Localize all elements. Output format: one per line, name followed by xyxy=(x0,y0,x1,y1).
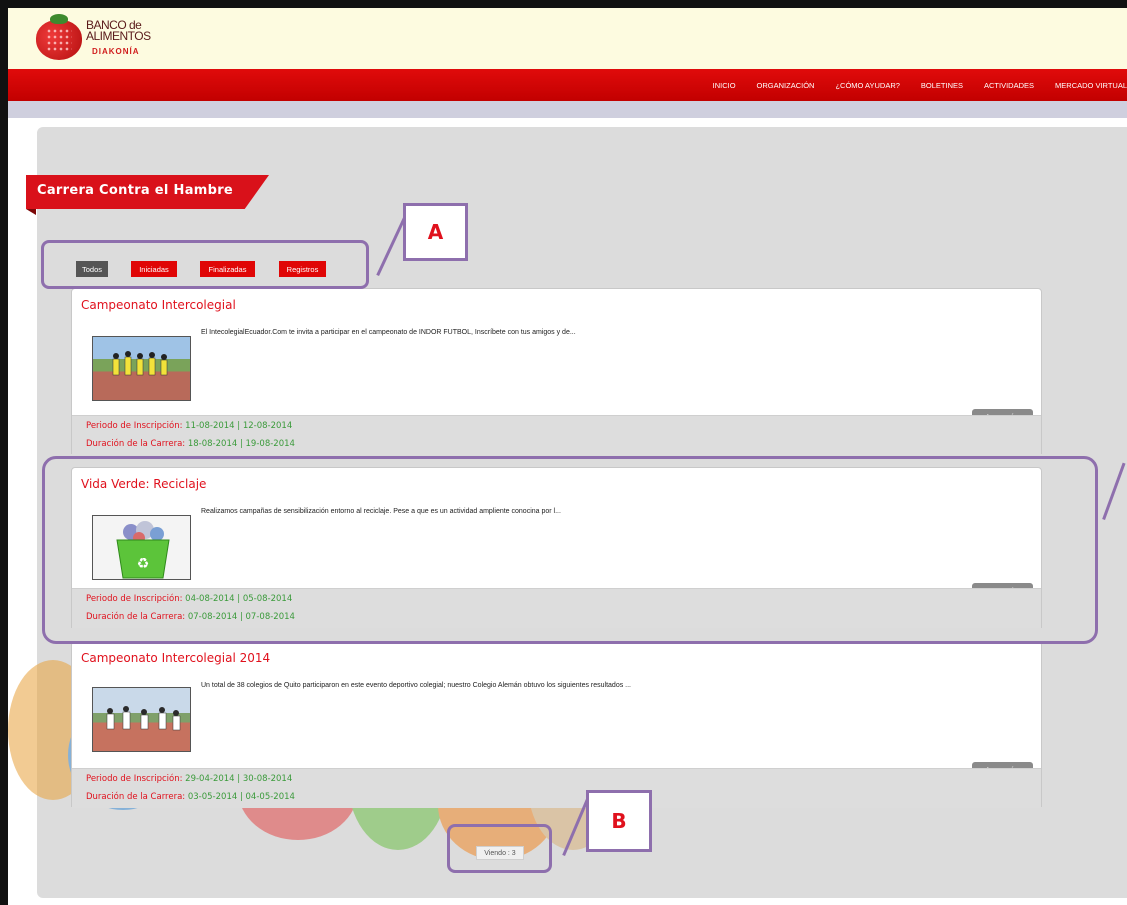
nav-item-boletines[interactable]: BOLETINES xyxy=(921,81,963,90)
event-description: Un total de 38 colegios de Quito partici… xyxy=(201,682,631,689)
annotation-label-b: B xyxy=(586,790,652,852)
annotation-box-b xyxy=(447,824,552,873)
race-duration: Duración de la Carrera: 03-05-2014 | 04-… xyxy=(86,792,295,802)
nav-underline-strip xyxy=(8,101,1127,118)
event-dates-footer: Periodo de Inscripción: 11-08-2014 | 12-… xyxy=(72,415,1041,455)
site-logo[interactable]: BANCO de ALIMENTOS DIAKONÍA xyxy=(36,14,166,66)
logo-text: BANCO de ALIMENTOS xyxy=(86,18,151,43)
nav-item-inicio[interactable]: INICIO xyxy=(713,81,736,90)
logo-subtext: DIAKONÍA xyxy=(92,47,140,56)
event-description: El IntecolegialEcuador.Com te invita a p… xyxy=(201,329,576,336)
main-nav: INICIO ORGANIZACIÓN ¿CÓMO AYUDAR? BOLETI… xyxy=(8,69,1127,101)
race-duration: Duración de la Carrera: 18-08-2014 | 19-… xyxy=(86,439,295,449)
page-frame-left xyxy=(0,0,8,905)
strawberry-logo-icon xyxy=(36,20,82,60)
registration-period: Periodo de Inscripción: 11-08-2014 | 12-… xyxy=(86,421,292,431)
annotation-box-card xyxy=(42,456,1098,644)
nav-item-como-ayudar[interactable]: ¿CÓMO AYUDAR? xyxy=(835,81,899,90)
nav-item-organizacion[interactable]: ORGANIZACIÓN xyxy=(757,81,815,90)
duration-dates: 03-05-2014 | 04-05-2014 xyxy=(187,792,295,802)
duration-dates: 18-08-2014 | 19-08-2014 xyxy=(187,439,295,449)
leaf-icon xyxy=(50,14,68,24)
registration-dates: 29-04-2014 | 30-08-2014 xyxy=(185,774,293,784)
section-title: Carrera Contra el Hambre xyxy=(37,183,234,198)
annotation-label-a: A xyxy=(403,203,468,261)
registration-period: Periodo de Inscripción: 29-04-2014 | 30-… xyxy=(86,774,292,784)
ribbon-fold xyxy=(26,209,36,215)
nav-item-actividades[interactable]: ACTIVIDADES xyxy=(984,81,1034,90)
duration-label: Duración de la Carrera: xyxy=(86,439,186,449)
page-frame-top xyxy=(0,0,1127,8)
registration-label: Periodo de Inscripción: xyxy=(86,774,183,784)
event-title[interactable]: Campeonato Intercolegial 2014 xyxy=(81,651,270,665)
event-title[interactable]: Campeonato Intercolegial xyxy=(81,298,236,312)
event-dates-footer: Periodo de Inscripción: 29-04-2014 | 30-… xyxy=(72,768,1041,808)
event-card: Campeonato Intercolegial 2014 Un total d… xyxy=(71,641,1042,808)
event-card: Campeonato Intercolegial El Intecolegial… xyxy=(71,288,1042,455)
race-photo-icon[interactable] xyxy=(92,687,191,752)
registration-dates: 11-08-2014 | 12-08-2014 xyxy=(185,421,293,431)
duration-label: Duración de la Carrera: xyxy=(86,792,186,802)
annotation-box-a xyxy=(41,240,369,289)
runners-photo-icon[interactable] xyxy=(92,336,191,401)
nav-item-mercado-virtual[interactable]: MERCADO VIRTUAL xyxy=(1055,81,1127,90)
registration-label: Periodo de Inscripción: xyxy=(86,421,183,431)
site-header: BANCO de ALIMENTOS DIAKONÍA xyxy=(8,8,1127,69)
